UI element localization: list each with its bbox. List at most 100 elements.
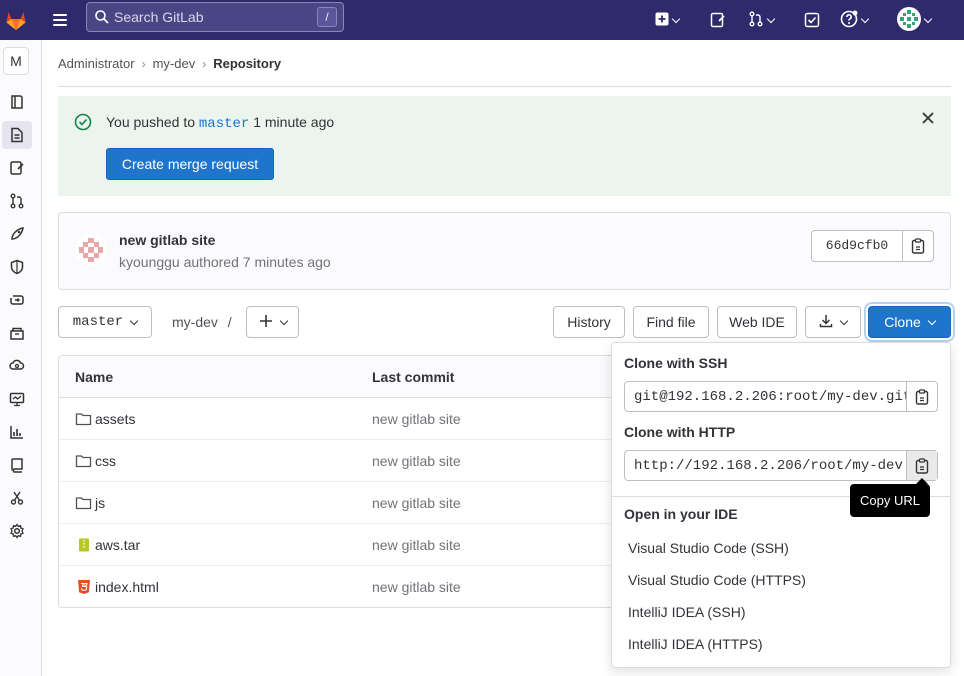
chevron-down-icon xyxy=(927,316,937,325)
gitlab-logo-icon[interactable] xyxy=(0,0,32,40)
monitor-icon[interactable] xyxy=(2,385,32,413)
copy-url-tooltip: Copy URL xyxy=(850,478,930,517)
project-overview-icon[interactable] xyxy=(2,88,32,116)
file-name[interactable]: css xyxy=(95,453,116,469)
commit-author: kyounggu authored 7 minutes ago xyxy=(119,254,331,270)
add-to-tree-dropdown[interactable] xyxy=(246,306,299,338)
plus-square-icon xyxy=(655,12,669,29)
chevron-down-icon xyxy=(923,14,933,23)
table-row[interactable]: assets new gitlab site xyxy=(59,398,637,440)
html-file-icon xyxy=(75,579,92,595)
search-shortcut-key: / xyxy=(317,7,337,27)
folder-icon xyxy=(75,453,92,469)
table-row[interactable]: js new gitlab site xyxy=(59,482,637,524)
infrastructure-icon[interactable] xyxy=(2,352,32,380)
copy-icon[interactable] xyxy=(902,231,933,261)
download-dropdown[interactable] xyxy=(805,306,861,338)
breadcrumb: Administrator › my-dev › Repository xyxy=(58,56,281,71)
file-commit[interactable]: new gitlab site xyxy=(372,453,461,469)
menu-icon[interactable] xyxy=(48,8,72,32)
file-commit[interactable]: new gitlab site xyxy=(372,579,461,595)
branch-name: master xyxy=(72,314,124,330)
clone-ssh-label: Clone with SSH xyxy=(624,355,728,371)
alert-suffix: 1 minute ago xyxy=(253,114,335,130)
file-commit[interactable]: new gitlab site xyxy=(372,537,461,553)
security-icon[interactable] xyxy=(2,253,32,281)
chevron-down-icon xyxy=(860,14,870,23)
alert-prefix: You pushed to xyxy=(106,114,196,130)
chevron-down-icon xyxy=(839,316,849,325)
file-name[interactable]: aws.tar xyxy=(95,537,140,553)
avatar xyxy=(897,6,921,34)
commit-title[interactable]: new gitlab site xyxy=(119,232,215,248)
issues-icon[interactable] xyxy=(710,8,726,32)
web-ide-button[interactable]: Web IDE xyxy=(717,306,797,338)
repo-path: my-dev / xyxy=(172,314,232,330)
create-merge-request-button[interactable]: Create merge request xyxy=(106,148,274,180)
table-row[interactable]: index.html new gitlab site xyxy=(59,566,637,607)
breadcrumb-item[interactable]: Administrator xyxy=(58,56,135,71)
clone-http-label: Clone with HTTP xyxy=(624,424,736,440)
deployments-icon[interactable] xyxy=(2,286,32,314)
breadcrumb-item[interactable]: my-dev xyxy=(153,56,196,71)
cicd-icon[interactable] xyxy=(2,220,32,248)
branch-link[interactable]: master xyxy=(199,116,249,132)
download-icon xyxy=(819,314,833,331)
merge-requests-dropdown[interactable] xyxy=(748,8,776,32)
settings-icon[interactable] xyxy=(2,517,32,545)
help-dropdown[interactable] xyxy=(840,8,870,32)
table-header: Name Last commit xyxy=(59,356,637,398)
packages-icon[interactable] xyxy=(2,319,32,347)
file-name[interactable]: js xyxy=(95,495,105,511)
new-dropdown[interactable] xyxy=(655,8,681,32)
close-icon[interactable] xyxy=(921,111,935,128)
repository-icon[interactable] xyxy=(2,121,32,149)
ide-option-intellij-https[interactable]: IntelliJ IDEA (HTTPS) xyxy=(628,636,763,652)
file-name[interactable]: index.html xyxy=(95,579,159,595)
file-commit[interactable]: new gitlab site xyxy=(372,411,461,427)
wiki-icon[interactable] xyxy=(2,451,32,479)
column-header-name: Name xyxy=(75,369,114,385)
issues-icon[interactable] xyxy=(2,154,32,182)
table-row[interactable]: aws.tar new gitlab site xyxy=(59,524,637,566)
copy-icon[interactable] xyxy=(906,382,937,411)
search-bar[interactable]: Search GitLab / xyxy=(86,2,344,32)
ide-option-intellij-ssh[interactable]: IntelliJ IDEA (SSH) xyxy=(628,604,745,620)
commit-sha[interactable]: 66d9cfb0 xyxy=(812,231,902,261)
analytics-icon[interactable] xyxy=(2,418,32,446)
ide-option-vscode-https[interactable]: Visual Studio Code (HTTPS) xyxy=(628,572,806,588)
breadcrumb-current[interactable]: Repository xyxy=(213,56,281,71)
chevron-down-icon xyxy=(279,316,288,325)
search-input[interactable]: Search GitLab xyxy=(114,9,204,25)
http-url-group xyxy=(624,450,938,481)
user-menu[interactable] xyxy=(897,6,933,34)
ssh-url-field[interactable] xyxy=(625,382,906,411)
todos-icon[interactable] xyxy=(804,8,820,32)
chevron-down-icon xyxy=(129,316,139,325)
path-separator: / xyxy=(227,314,232,330)
plus-icon xyxy=(259,314,273,331)
file-commit[interactable]: new gitlab site xyxy=(372,495,461,511)
merge-requests-icon[interactable] xyxy=(2,187,32,215)
project-sidebar: M xyxy=(0,40,42,676)
file-name[interactable]: assets xyxy=(95,411,135,427)
http-url-field[interactable] xyxy=(625,451,906,480)
find-file-button[interactable]: Find file xyxy=(633,306,709,338)
top-bar: Search GitLab / xyxy=(0,0,964,40)
ide-option-vscode-ssh[interactable]: Visual Studio Code (SSH) xyxy=(628,540,789,556)
history-button[interactable]: History xyxy=(553,306,625,338)
chevron-right-icon: › xyxy=(141,56,146,71)
avatar[interactable] xyxy=(75,234,107,266)
folder-icon xyxy=(75,411,92,427)
check-circle-icon xyxy=(74,113,92,134)
commit-sha-group: 66d9cfb0 xyxy=(811,230,934,262)
divider xyxy=(58,86,951,87)
path-root[interactable]: my-dev xyxy=(172,314,218,330)
help-icon xyxy=(840,10,858,31)
table-row[interactable]: css new gitlab site xyxy=(59,440,637,482)
project-avatar[interactable]: M xyxy=(3,47,29,75)
clone-button[interactable]: Clone xyxy=(868,306,951,338)
branch-selector[interactable]: master xyxy=(58,306,152,338)
snippets-icon[interactable] xyxy=(2,484,32,512)
copy-icon[interactable] xyxy=(906,451,937,480)
